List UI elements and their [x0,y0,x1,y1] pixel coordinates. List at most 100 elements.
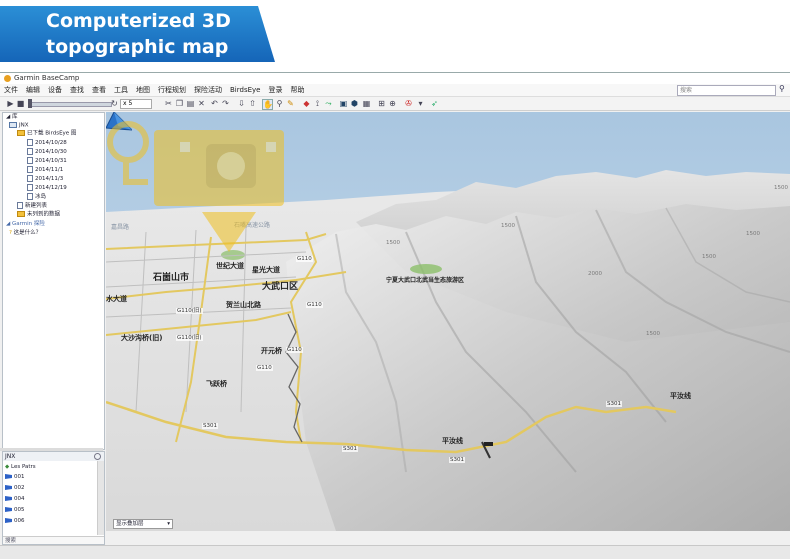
map-label-bridge: 开元桥 [261,347,282,355]
send-icon[interactable]: ⇧ [248,99,257,108]
gear-icon[interactable] [94,453,101,460]
garmin-adventures-header[interactable]: ◢ Garmin 探险 [6,221,45,228]
star-icon: ◆ [5,464,10,470]
document-icon [27,148,33,155]
tree-item-date-6[interactable]: 2014/12/19 [27,184,67,192]
cut-icon[interactable]: ✂ [164,99,173,108]
waypoint-icon[interactable]: ◆ [302,99,311,108]
road-shield: G110 [306,302,323,308]
menu-tools[interactable]: 工具 [110,84,132,96]
list-item[interactable]: 004 [5,496,25,503]
promo-banner: Computerized 3D topographic map [0,0,790,72]
list-item[interactable]: ◆ Les Patrs [5,464,36,471]
paste-icon[interactable]: ▤ [186,99,195,108]
tree-item-date-3[interactable]: 2014/10/31 [27,157,67,165]
road-shield: G110 [286,347,303,353]
road-shield: S301 [449,457,465,463]
elevation-label: 1500 [746,231,760,237]
menu-adventures[interactable]: 探险活动 [190,84,226,96]
list-item[interactable]: 006 [5,518,25,525]
menu-edit[interactable]: 编辑 [22,84,44,96]
slider-handle[interactable] [28,99,32,108]
tree-item-date-4[interactable]: 2014/11/1 [27,166,63,174]
undo-icon[interactable]: ↶ [210,99,219,108]
list-item[interactable]: 005 [5,507,25,514]
map-label-street: 星光大道 [252,266,280,274]
delete-icon[interactable]: ✕ [197,99,206,108]
document-icon [27,193,33,200]
send-to-device-icon[interactable]: ➶ [430,99,439,108]
grid-icon[interactable]: ⊞ [377,99,386,108]
document-icon [27,166,33,173]
tree-item-misc[interactable]: 冰岛 [27,193,46,201]
road-shield: S301 [202,423,218,429]
stop-icon[interactable]: ■ [16,99,25,108]
tree-item-new-list[interactable]: 新建列表 [17,202,47,210]
search-icon[interactable]: ⚲ [779,85,787,93]
menu-view[interactable]: 查看 [88,84,110,96]
menu-bar: 文件 编辑 设备 查找 查看 工具 地图 行程规划 探险活动 BirdsEye 登录 帮助 搜索 ⚲ [0,84,790,97]
menu-help[interactable]: 帮助 [286,84,308,96]
menu-trip-planning[interactable]: 行程规划 [154,84,190,96]
expand-icon[interactable]: ◢ [6,114,10,120]
menu-map[interactable]: 地图 [132,84,154,96]
overlay-select[interactable]: 显示叠加层 ▾ [113,519,173,529]
receive-icon[interactable]: ⇩ [237,99,246,108]
help-item[interactable]: ? 这是什么？ [9,230,41,237]
question-icon: ? [9,230,12,236]
elevation-label: 1500 [501,223,515,229]
loop-icon[interactable]: ↻ [110,99,119,108]
document-icon [27,157,33,164]
playback-slider[interactable] [28,102,112,107]
chevron-down-icon[interactable]: ▾ [416,99,425,108]
2d-view-icon[interactable]: ▣ [339,99,348,108]
zoom-tool-icon[interactable]: ⚲ [275,99,284,108]
library-panel: ◢ 库 JNX 已下载 BirdsEye 图 2014/10/28 2014/1… [2,112,105,450]
list-item[interactable]: 002 [5,485,25,492]
activity-icon[interactable]: ✇ [404,99,413,108]
map-label-street: 世纪大道 [216,262,244,270]
menu-file[interactable]: 文件 [0,84,22,96]
menu-device[interactable]: 设备 [44,84,66,96]
pencil-icon[interactable]: ✎ [286,99,295,108]
banner-line-2: topographic map [46,36,229,58]
hand-tool-icon[interactable]: ✋ [262,99,273,110]
map-label-scenic-area: 宁夏大武口北武当生态旅游区 [386,277,465,284]
tree-item-unlisted[interactable]: 未列到的数据 [17,211,60,219]
track-icon[interactable]: ⤳ [324,99,333,108]
menu-birdseye[interactable]: BirdsEye [226,84,264,96]
tree-item-date-5[interactable]: 2014/11/3 [27,175,63,183]
road-shield: G110(旧) [176,335,203,341]
play-icon[interactable]: ▶ [6,99,15,108]
app-window: Garmin BaseCamp 文件 编辑 设备 查找 查看 工具 地图 行程规划 探险活动 Bi… [0,72,790,559]
list-search-input[interactable]: 搜索 [3,536,104,544]
tree-item-jnx[interactable]: JNX [9,122,29,130]
search-input[interactable]: 搜索 [677,85,776,96]
app-title: Garmin BaseCamp [14,74,80,82]
menu-login[interactable]: 登录 [264,84,286,96]
list-item[interactable]: 001 [5,474,25,481]
camera-watermark-icon [107,121,284,252]
list-scrollbar[interactable] [97,461,104,535]
map-view-3d[interactable]: 嘉昌路 石嘴高速公路 石崮山市 大武口区 世纪大道 星光大道 贺兰山北路 开元桥… [106,112,790,531]
redo-icon[interactable]: ↷ [221,99,230,108]
collapse-icon[interactable]: ◢ [6,221,10,227]
3d-view-icon[interactable]: ⬢ [350,99,359,108]
elevation-label: 2000 [588,271,602,277]
zoom-fit-icon[interactable]: ⊕ [388,99,397,108]
layers-icon[interactable]: ▦ [362,99,371,108]
toolbar: ▶ ■ ↻ x 5 ✂ ❐ ▤ ✕ ↶ ↷ ⇩ ⇧ ✋ ⚲ ✎ ◆ ⟟ ⤳ ▣ … [0,97,790,111]
road-shield: G110(旧) [176,308,203,314]
route-icon[interactable]: ⟟ [313,99,322,108]
tree-item-birdseye-folder[interactable]: 已下载 BirdsEye 图 [17,130,76,138]
road-shield: G110 [256,365,273,371]
menu-find[interactable]: 查找 [66,84,88,96]
tree-item-date-1[interactable]: 2014/10/28 [27,139,67,147]
tree-item-date-2[interactable]: 2014/10/30 [27,148,67,156]
speed-select[interactable]: x 5 [120,99,152,109]
document-icon [27,139,33,146]
elevation-label: 1500 [774,185,788,191]
copy-icon[interactable]: ❐ [175,99,184,108]
library-root[interactable]: ◢ 库 [6,114,18,121]
folder-icon [17,211,25,217]
